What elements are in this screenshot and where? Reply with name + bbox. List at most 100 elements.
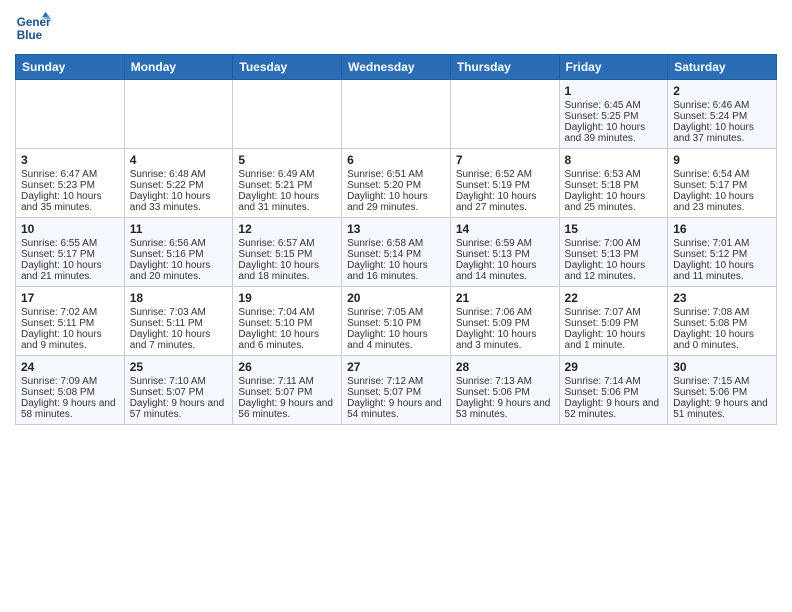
day-info-line: Sunrise: 7:09 AM [21,376,119,387]
weekday-header-sunday: Sunday [16,55,125,80]
day-info-line: Sunrise: 7:01 AM [673,238,771,249]
day-number: 18 [130,291,228,305]
day-info-line: Daylight: 10 hours and 9 minutes. [21,329,119,351]
calendar-cell: 20Sunrise: 7:05 AMSunset: 5:10 PMDayligh… [342,287,451,356]
day-number: 16 [673,222,771,236]
calendar-cell: 6Sunrise: 6:51 AMSunset: 5:20 PMDaylight… [342,149,451,218]
calendar-cell: 14Sunrise: 6:59 AMSunset: 5:13 PMDayligh… [450,218,559,287]
day-number: 2 [673,84,771,98]
day-number: 10 [21,222,119,236]
calendar-cell: 11Sunrise: 6:56 AMSunset: 5:16 PMDayligh… [124,218,233,287]
day-info-line: Sunset: 5:07 PM [347,387,445,398]
day-info-line: Daylight: 10 hours and 29 minutes. [347,191,445,213]
weekday-header-wednesday: Wednesday [342,55,451,80]
weekday-header-tuesday: Tuesday [233,55,342,80]
day-info-line: Sunset: 5:25 PM [565,111,663,122]
day-info-line: Daylight: 9 hours and 54 minutes. [347,398,445,420]
day-info-line: Sunset: 5:18 PM [565,180,663,191]
day-info-line: Daylight: 10 hours and 0 minutes. [673,329,771,351]
day-info-line: Daylight: 10 hours and 1 minute. [565,329,663,351]
calendar-cell: 21Sunrise: 7:06 AMSunset: 5:09 PMDayligh… [450,287,559,356]
day-info-line: Sunrise: 7:06 AM [456,307,554,318]
day-number: 20 [347,291,445,305]
day-info-line: Sunset: 5:10 PM [347,318,445,329]
day-info-line: Sunset: 5:19 PM [456,180,554,191]
day-info-line: Sunset: 5:08 PM [673,318,771,329]
day-info-line: Daylight: 9 hours and 51 minutes. [673,398,771,420]
weekday-header-row: SundayMondayTuesdayWednesdayThursdayFrid… [16,55,777,80]
day-number: 5 [238,153,336,167]
day-info-line: Daylight: 10 hours and 23 minutes. [673,191,771,213]
calendar-cell: 18Sunrise: 7:03 AMSunset: 5:11 PMDayligh… [124,287,233,356]
day-info-line: Sunset: 5:15 PM [238,249,336,260]
calendar-cell [124,80,233,149]
calendar-week-3: 10Sunrise: 6:55 AMSunset: 5:17 PMDayligh… [16,218,777,287]
day-info-line: Sunrise: 7:14 AM [565,376,663,387]
calendar-table: SundayMondayTuesdayWednesdayThursdayFrid… [15,54,777,425]
day-info-line: Daylight: 10 hours and 21 minutes. [21,260,119,282]
day-info-line: Daylight: 10 hours and 27 minutes. [456,191,554,213]
calendar-week-5: 24Sunrise: 7:09 AMSunset: 5:08 PMDayligh… [16,356,777,425]
day-info-line: Sunset: 5:11 PM [21,318,119,329]
day-info-line: Sunset: 5:12 PM [673,249,771,260]
calendar-cell: 12Sunrise: 6:57 AMSunset: 5:15 PMDayligh… [233,218,342,287]
day-info-line: Sunset: 5:09 PM [565,318,663,329]
day-info-line: Sunrise: 6:51 AM [347,169,445,180]
day-info-line: Daylight: 10 hours and 39 minutes. [565,122,663,144]
calendar-cell: 22Sunrise: 7:07 AMSunset: 5:09 PMDayligh… [559,287,668,356]
day-number: 28 [456,360,554,374]
calendar-cell: 9Sunrise: 6:54 AMSunset: 5:17 PMDaylight… [668,149,777,218]
day-number: 17 [21,291,119,305]
day-number: 7 [456,153,554,167]
day-number: 12 [238,222,336,236]
day-info-line: Daylight: 10 hours and 35 minutes. [21,191,119,213]
day-info-line: Sunset: 5:06 PM [565,387,663,398]
calendar-cell: 8Sunrise: 6:53 AMSunset: 5:18 PMDaylight… [559,149,668,218]
day-number: 3 [21,153,119,167]
calendar-cell: 10Sunrise: 6:55 AMSunset: 5:17 PMDayligh… [16,218,125,287]
day-info-line: Daylight: 9 hours and 58 minutes. [21,398,119,420]
day-info-line: Sunset: 5:06 PM [673,387,771,398]
day-number: 26 [238,360,336,374]
calendar-cell [233,80,342,149]
day-info-line: Sunrise: 7:04 AM [238,307,336,318]
day-info-line: Sunset: 5:17 PM [21,249,119,260]
day-info-line: Daylight: 10 hours and 6 minutes. [238,329,336,351]
day-info-line: Sunset: 5:11 PM [130,318,228,329]
day-info-line: Sunset: 5:10 PM [238,318,336,329]
day-number: 24 [21,360,119,374]
weekday-header-thursday: Thursday [450,55,559,80]
calendar-cell: 30 Sunrise: 7:15 AMSunset: 5:06 PMDayligh… [668,356,777,425]
day-info-line: Sunrise: 6:49 AM [238,169,336,180]
day-number: 27 [347,360,445,374]
day-info-line: Sunrise: 7:10 AM [130,376,228,387]
calendar-cell: 16Sunrise: 7:01 AMSunset: 5:12 PMDayligh… [668,218,777,287]
calendar-cell: 17Sunrise: 7:02 AMSunset: 5:11 PMDayligh… [16,287,125,356]
day-info-line: Daylight: 10 hours and 31 minutes. [238,191,336,213]
weekday-header-friday: Friday [559,55,668,80]
day-info-line: Sunset: 5:22 PM [130,180,228,191]
day-number: 30 [673,360,771,374]
day-info-line: Sunrise: 7:12 AM [347,376,445,387]
day-info-line: Sunrise: 6:58 AM [347,238,445,249]
day-info-line: Daylight: 10 hours and 33 minutes. [130,191,228,213]
day-number: 1 [565,84,663,98]
calendar-cell: 24 Sunrise: 7:09 AMSunset: 5:08 PMDayligh… [16,356,125,425]
day-info-line: Sunrise: 6:45 AM [565,100,663,111]
day-info-line: Sunset: 5:08 PM [21,387,119,398]
day-info-line: Daylight: 10 hours and 14 minutes. [456,260,554,282]
calendar-cell [16,80,125,149]
calendar-cell: 26Sunrise: 7:11 AMSunset: 5:07 PMDayligh… [233,356,342,425]
day-info-line: Sunrise: 6:48 AM [130,169,228,180]
calendar-cell: 5Sunrise: 6:49 AMSunset: 5:21 PMDaylight… [233,149,342,218]
day-info-line: Sunset: 5:07 PM [130,387,228,398]
day-info-line: Sunrise: 7:15 AM [673,376,771,387]
day-info-line: Sunrise: 7:05 AM [347,307,445,318]
logo: General Blue [15,10,51,46]
weekday-header-monday: Monday [124,55,233,80]
day-number: 9 [673,153,771,167]
day-info-line: Sunrise: 7:03 AM [130,307,228,318]
day-number: 29 [565,360,663,374]
day-number: 11 [130,222,228,236]
day-number: 15 [565,222,663,236]
